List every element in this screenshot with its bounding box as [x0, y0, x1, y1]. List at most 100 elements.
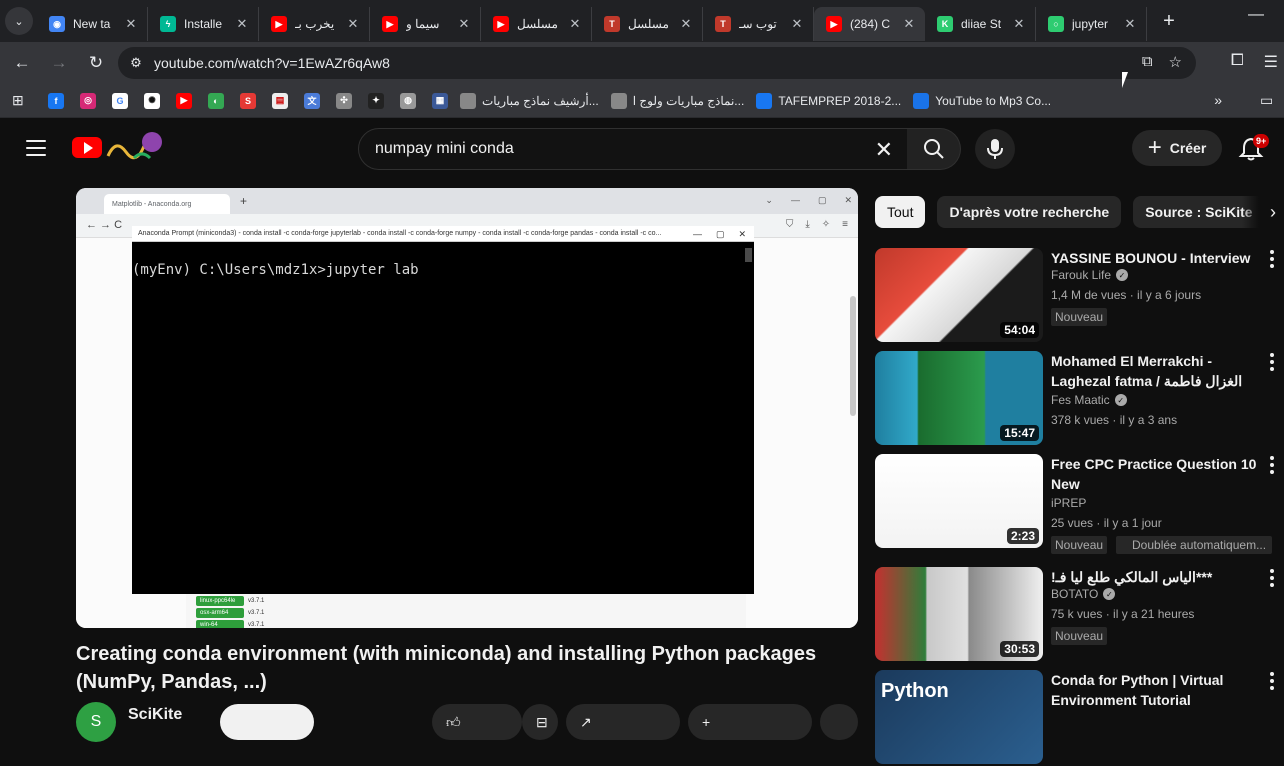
close-tab-icon[interactable]: ✕: [1011, 16, 1027, 32]
recommended-channel[interactable]: BOTATO ✓: [1051, 587, 1116, 601]
more-bookmarks-chevron-icon[interactable]: »: [1214, 92, 1222, 108]
close-tab-icon[interactable]: ✕: [345, 16, 361, 32]
bookmark-item[interactable]: أرشيف نماذج مباريات...: [460, 92, 599, 109]
guide-menu-icon[interactable]: [26, 140, 46, 156]
recommended-channel-name[interactable]: Fes Maatic: [1051, 393, 1110, 407]
bookmark-item[interactable]: نماذج مباريات ولوج ا...: [610, 92, 744, 109]
news-site-icon[interactable]: ▤: [272, 92, 288, 109]
search-query-text[interactable]: numpay mini conda: [375, 140, 514, 158]
dislike-button[interactable]: ⊟: [522, 704, 558, 740]
more-options-icon[interactable]: [1270, 353, 1274, 371]
share-button[interactable]: ↗: [566, 704, 680, 740]
recommended-video[interactable]: Python Conda for Python | Virtual Environ…: [875, 670, 1284, 766]
recommended-video-title[interactable]: !الياس المالكي طلع ليا فـ***: [1051, 567, 1261, 587]
browser-tab[interactable]: ϟ Installe ✕: [148, 7, 259, 41]
chips-next-chevron-icon[interactable]: ›: [1242, 196, 1284, 228]
close-tab-icon[interactable]: ✕: [789, 16, 805, 32]
facebook-icon[interactable]: f: [48, 92, 64, 109]
instagram-icon[interactable]: ◎: [80, 92, 96, 109]
building-icon[interactable]: ▦: [432, 92, 448, 109]
puzzle-site-icon[interactable]: ✣: [336, 92, 352, 109]
browser-tab[interactable]: ◉ New ta ✕: [37, 7, 148, 41]
recommended-channel[interactable]: Fes Maatic ✓: [1051, 393, 1127, 407]
save-button[interactable]: +: [688, 704, 812, 740]
close-tab-icon[interactable]: ✕: [567, 16, 583, 32]
close-tab-icon[interactable]: ✕: [456, 16, 472, 32]
filter-chip[interactable]: Tout: [875, 196, 926, 228]
recommended-channel[interactable]: iPREP: [1051, 496, 1086, 510]
more-options-icon[interactable]: [1270, 569, 1274, 587]
video-thumbnail[interactable]: 30:53: [875, 567, 1043, 661]
recommended-channel-name[interactable]: BOTATO: [1051, 587, 1098, 601]
youtube-logo-icon[interactable]: [72, 137, 102, 158]
voice-search-button[interactable]: [975, 129, 1015, 169]
recommended-channel-name[interactable]: iPREP: [1051, 496, 1086, 510]
filter-chip[interactable]: D'après votre recherche: [937, 196, 1122, 228]
globe-icon[interactable]: ◍: [400, 92, 416, 109]
browser-tab[interactable]: T مسلسل ✕: [592, 7, 703, 41]
chrome-webstore-icon[interactable]: ◐: [208, 92, 224, 109]
bookmark-item[interactable]: TAFEMPREP 2018-2...: [756, 92, 901, 109]
recommended-channel-name[interactable]: Farouk Life: [1051, 268, 1111, 282]
more-options-icon[interactable]: [1270, 456, 1274, 474]
recommended-video-title[interactable]: YASSINE BOUNOU - Interview: [1051, 248, 1261, 268]
s-site-icon[interactable]: S: [240, 92, 256, 109]
reload-button[interactable]: ↻: [81, 48, 111, 78]
channel-avatar[interactable]: S: [76, 702, 116, 742]
dark-site-icon[interactable]: ✦: [368, 92, 384, 109]
search-input[interactable]: numpay mini conda ✕: [358, 128, 908, 170]
google-icon[interactable]: G: [112, 92, 128, 109]
minimize-window-button[interactable]: —: [1248, 7, 1264, 24]
recommended-channel[interactable]: Farouk Life ✓: [1051, 268, 1129, 282]
recommended-video[interactable]: 15:47 Mohamed El Merrakchi - Laghezal fat…: [875, 351, 1284, 447]
bookmark-item[interactable]: YouTube to Mp3 Co...: [913, 92, 1051, 109]
youtube-bookmark-icon[interactable]: ▶: [176, 92, 192, 109]
clear-search-icon[interactable]: ✕: [875, 137, 893, 163]
browser-tab[interactable]: ▶ سيما و ✕: [370, 7, 481, 41]
browser-tab[interactable]: ○ jupyter ✕: [1036, 7, 1147, 41]
tab-search-chevron-icon[interactable]: ⌄: [5, 7, 33, 35]
recommended-video[interactable]: 30:53 !الياس المالكي طلع ليا فـ*** BOTATO ✓…: [875, 567, 1284, 663]
all-bookmarks-folder-icon[interactable]: ▭: [1260, 92, 1284, 109]
recommended-video-title[interactable]: Conda for Python | Virtual Environment T…: [1051, 670, 1261, 710]
translate-icon[interactable]: 文: [304, 92, 320, 109]
close-tab-icon[interactable]: ✕: [1122, 16, 1138, 32]
youtube-doodle-icon[interactable]: [104, 130, 164, 164]
video-thumbnail[interactable]: 2:23: [875, 454, 1043, 548]
subscribe-button[interactable]: [220, 704, 314, 740]
close-tab-icon[interactable]: ✕: [123, 16, 139, 32]
address-bar[interactable]: ⚙ youtube.com/watch?v=1EwAZr6qAw8 ⧉ ☆: [118, 47, 1196, 79]
recommended-video-title[interactable]: Free CPC Practice Question 10 New: [1051, 454, 1261, 494]
browser-tab[interactable]: ▶ مسلسل ✕: [481, 7, 592, 41]
like-button[interactable]: 👍︎: [432, 704, 522, 740]
browser-tab[interactable]: T توب سـ ✕: [703, 7, 814, 41]
apps-grid-icon[interactable]: ⊞: [12, 92, 32, 109]
video-thumbnail[interactable]: 15:47: [875, 351, 1043, 445]
browser-tab[interactable]: ▶ يخرب بـ ✕: [259, 7, 370, 41]
browser-tab[interactable]: Kdiiae St ✕: [925, 7, 1036, 41]
more-options-icon[interactable]: [1270, 672, 1274, 690]
install-app-icon[interactable]: ⧉: [1142, 53, 1153, 71]
more-actions-button[interactable]: [820, 704, 858, 740]
browser-tab[interactable]: ▶ (284) C ✕: [814, 7, 925, 41]
video-player[interactable]: Matplotlib - Anaconda.org + ⌄ — ▢ ✕ ← → C ⛉…: [76, 188, 858, 628]
video-thumbnail[interactable]: 54:04: [875, 248, 1043, 342]
channel-name[interactable]: SciKite: [128, 706, 182, 724]
search-button[interactable]: [907, 128, 961, 170]
back-button[interactable]: ←: [7, 48, 37, 78]
recommended-video-title[interactable]: Mohamed El Merrakchi - Laghezal fatma / …: [1051, 351, 1261, 391]
recommended-video[interactable]: 2:23 Free CPC Practice Question 10 New iPR…: [875, 454, 1284, 554]
close-tab-icon[interactable]: ✕: [234, 16, 250, 32]
video-thumbnail[interactable]: Python: [875, 670, 1043, 764]
new-tab-button[interactable]: +: [1155, 7, 1183, 35]
side-panel-icon[interactable]: ☰: [1264, 52, 1278, 72]
openai-icon[interactable]: ✺: [144, 92, 160, 109]
create-button[interactable]: + Créer: [1132, 130, 1222, 166]
recommended-video[interactable]: 54:04 YASSINE BOUNOU - Interview Farouk Li…: [875, 248, 1284, 344]
forward-button[interactable]: →: [44, 48, 74, 78]
site-info-icon[interactable]: ⚙: [118, 55, 154, 71]
extensions-icon[interactable]: ⧠: [1231, 52, 1244, 72]
bookmark-star-icon[interactable]: ☆: [1169, 53, 1182, 71]
url-text[interactable]: youtube.com/watch?v=1EwAZr6qAw8: [154, 55, 390, 71]
close-tab-icon[interactable]: ✕: [678, 16, 694, 32]
